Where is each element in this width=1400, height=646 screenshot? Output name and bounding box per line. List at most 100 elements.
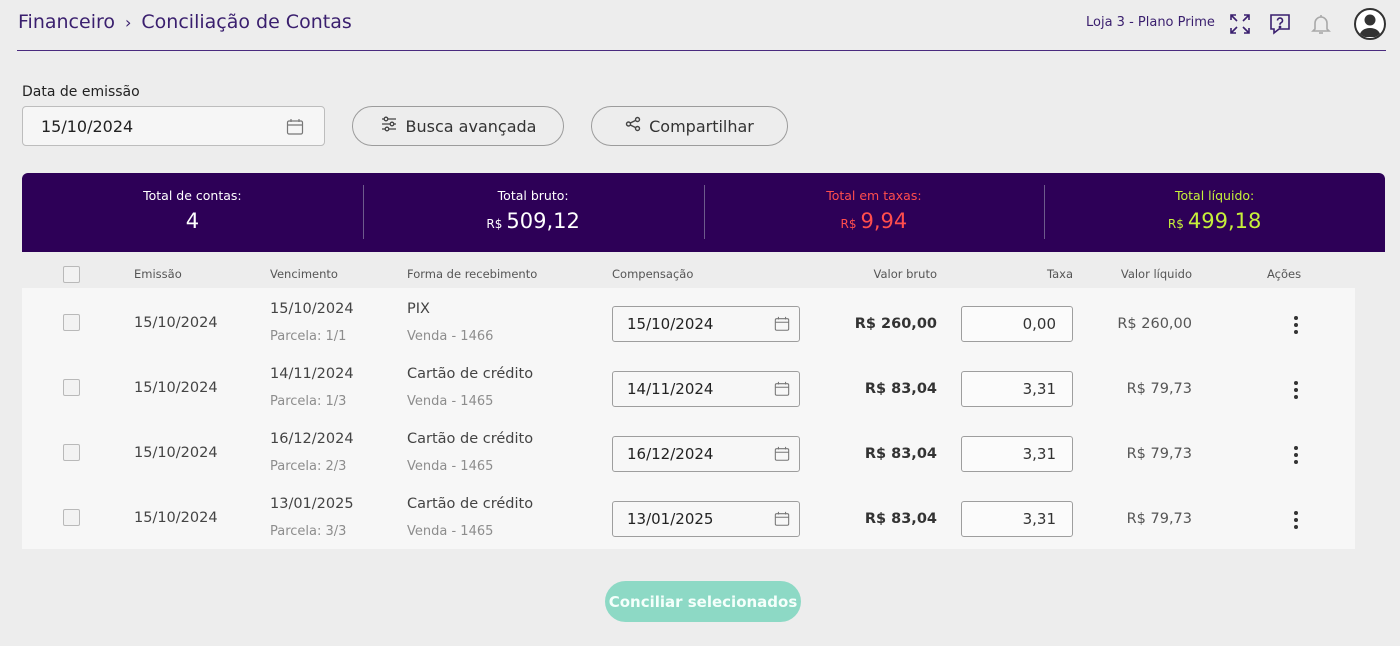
compensacao-date-field[interactable]: 15/10/2024: [612, 306, 800, 342]
table-row: 15/10/2024 13/01/2025 Parcela: 3/3 Cartã…: [22, 485, 1355, 550]
compensacao-date-field[interactable]: 13/01/2025: [612, 501, 800, 537]
emissao-cell: 15/10/2024: [134, 510, 218, 526]
row-checkbox[interactable]: [63, 444, 80, 461]
table-header: Emissão Vencimento Forma de recebimento …: [22, 262, 1355, 288]
emission-date-field[interactable]: 15/10/2024: [22, 106, 325, 146]
share-label: Compartilhar: [649, 116, 754, 136]
breadcrumb-separator: ›: [125, 12, 132, 32]
avatar[interactable]: [1354, 8, 1386, 40]
parcela-cell: Parcela: 2/3: [270, 459, 347, 474]
help-icon[interactable]: [1267, 11, 1293, 37]
header-emissao[interactable]: Emissão: [134, 267, 182, 281]
reconcile-selected-button[interactable]: Conciliar selecionados: [605, 581, 801, 622]
venda-cell: Venda - 1465: [407, 524, 494, 539]
calendar-icon[interactable]: [286, 118, 304, 140]
total-accounts-label: Total de contas:: [143, 188, 242, 203]
net-value: 499,18: [1187, 209, 1262, 233]
taxa-input[interactable]: 3,31: [961, 436, 1073, 472]
summary-bar: Total de contas: 4 Total bruto: R$ 509,12…: [22, 173, 1385, 252]
calendar-icon[interactable]: [774, 446, 790, 466]
share-icon: [625, 116, 641, 136]
vencimento-cell: 13/01/2025: [270, 496, 354, 512]
fees-currency: R$: [840, 217, 857, 231]
venda-cell: Venda - 1465: [407, 394, 494, 409]
net-currency: R$: [1167, 217, 1184, 231]
emission-date-value: 15/10/2024: [41, 117, 134, 136]
emissao-cell: 15/10/2024: [134, 380, 218, 396]
fees-value: 9,94: [860, 209, 908, 233]
emissao-cell: 15/10/2024: [134, 315, 218, 331]
table-row: 15/10/2024 14/11/2024 Parcela: 1/3 Cartã…: [22, 355, 1355, 420]
row-checkbox[interactable]: [63, 509, 80, 526]
compensacao-value: 16/12/2024: [627, 445, 714, 463]
row-checkbox[interactable]: [63, 314, 80, 331]
forma-cell: PIX: [407, 301, 430, 317]
gross-label: Total bruto:: [497, 188, 569, 203]
parcela-cell: Parcela: 1/1: [270, 329, 347, 344]
gross-amount: R$ 509,12: [486, 209, 579, 233]
header-forma[interactable]: Forma de recebimento: [407, 267, 537, 281]
header-bruto[interactable]: Valor bruto: [874, 267, 938, 281]
more-actions-icon[interactable]: [1288, 314, 1304, 336]
store-plan-label[interactable]: Loja 3 - Plano Prime: [1086, 15, 1215, 30]
bell-icon[interactable]: [1308, 11, 1334, 37]
taxa-input[interactable]: 3,31: [961, 371, 1073, 407]
more-actions-icon[interactable]: [1288, 379, 1304, 401]
venda-cell: Venda - 1466: [407, 329, 494, 344]
header-taxa[interactable]: Taxa: [1047, 267, 1073, 281]
calendar-icon[interactable]: [774, 316, 790, 336]
gross-currency: R$: [486, 217, 503, 231]
valor-liquido-cell: R$ 79,73: [1126, 446, 1192, 462]
header-compensacao[interactable]: Compensação: [612, 267, 693, 281]
date-label: Data de emissão: [22, 84, 140, 100]
compensacao-value: 13/01/2025: [627, 510, 714, 528]
top-bar: Financeiro › Conciliação de Contas Loja …: [0, 0, 1400, 51]
page-title: Conciliação de Contas: [141, 11, 352, 33]
header-acoes: Ações: [1267, 267, 1302, 281]
compensacao-date-field[interactable]: 14/11/2024: [612, 371, 800, 407]
summary-net: Total líquido: R$ 499,18: [1044, 173, 1385, 252]
valor-liquido-cell: R$ 79,73: [1126, 511, 1192, 527]
taxa-input[interactable]: 3,31: [961, 501, 1073, 537]
breadcrumb-financeiro[interactable]: Financeiro: [18, 11, 115, 33]
row-checkbox[interactable]: [63, 379, 80, 396]
compensacao-value: 15/10/2024: [627, 315, 714, 333]
table-row: 15/10/2024 15/10/2024 Parcela: 1/1 PIX V…: [22, 290, 1355, 355]
header-liquido[interactable]: Valor líquido: [1121, 267, 1192, 281]
more-actions-icon[interactable]: [1288, 509, 1304, 531]
top-divider: [17, 50, 1386, 51]
forma-cell: Cartão de crédito: [407, 496, 534, 512]
table-body: 15/10/2024 15/10/2024 Parcela: 1/1 PIX V…: [22, 288, 1355, 549]
venda-cell: Venda - 1465: [407, 459, 494, 474]
compensacao-value: 14/11/2024: [627, 380, 714, 398]
forma-cell: Cartão de crédito: [407, 366, 534, 382]
select-all-checkbox[interactable]: [63, 266, 80, 283]
header-vencimento[interactable]: Vencimento: [270, 267, 338, 281]
parcela-cell: Parcela: 1/3: [270, 394, 347, 409]
compensacao-date-field[interactable]: 16/12/2024: [612, 436, 800, 472]
more-actions-icon[interactable]: [1288, 444, 1304, 466]
summary-fees: Total em taxas: R$ 9,94: [703, 173, 1045, 252]
valor-bruto-cell: R$ 83,04: [864, 446, 937, 462]
total-accounts-value: 4: [185, 209, 200, 233]
taxa-input[interactable]: 0,00: [961, 306, 1073, 342]
valor-liquido-cell: R$ 260,00: [1117, 316, 1192, 332]
breadcrumb: Financeiro › Conciliação de Contas: [18, 11, 352, 33]
valor-bruto-cell: R$ 83,04: [864, 381, 937, 397]
valor-bruto-cell: R$ 260,00: [854, 316, 937, 332]
net-amount: R$ 499,18: [1168, 209, 1261, 233]
vencimento-cell: 16/12/2024: [270, 431, 354, 447]
net-label: Total líquido:: [1175, 188, 1255, 203]
calendar-icon[interactable]: [774, 381, 790, 401]
share-button[interactable]: Compartilhar: [591, 106, 788, 146]
advanced-search-button[interactable]: Busca avançada: [352, 106, 564, 146]
valor-liquido-cell: R$ 79,73: [1126, 381, 1192, 397]
fullscreen-icon[interactable]: [1227, 11, 1253, 37]
vencimento-cell: 14/11/2024: [270, 366, 354, 382]
fees-label: Total em taxas:: [826, 188, 922, 203]
summary-total-accounts: Total de contas: 4: [22, 173, 363, 252]
calendar-icon[interactable]: [774, 511, 790, 531]
valor-bruto-cell: R$ 83,04: [864, 511, 937, 527]
parcela-cell: Parcela: 3/3: [270, 524, 347, 539]
fees-amount: R$ 9,94: [841, 209, 908, 233]
